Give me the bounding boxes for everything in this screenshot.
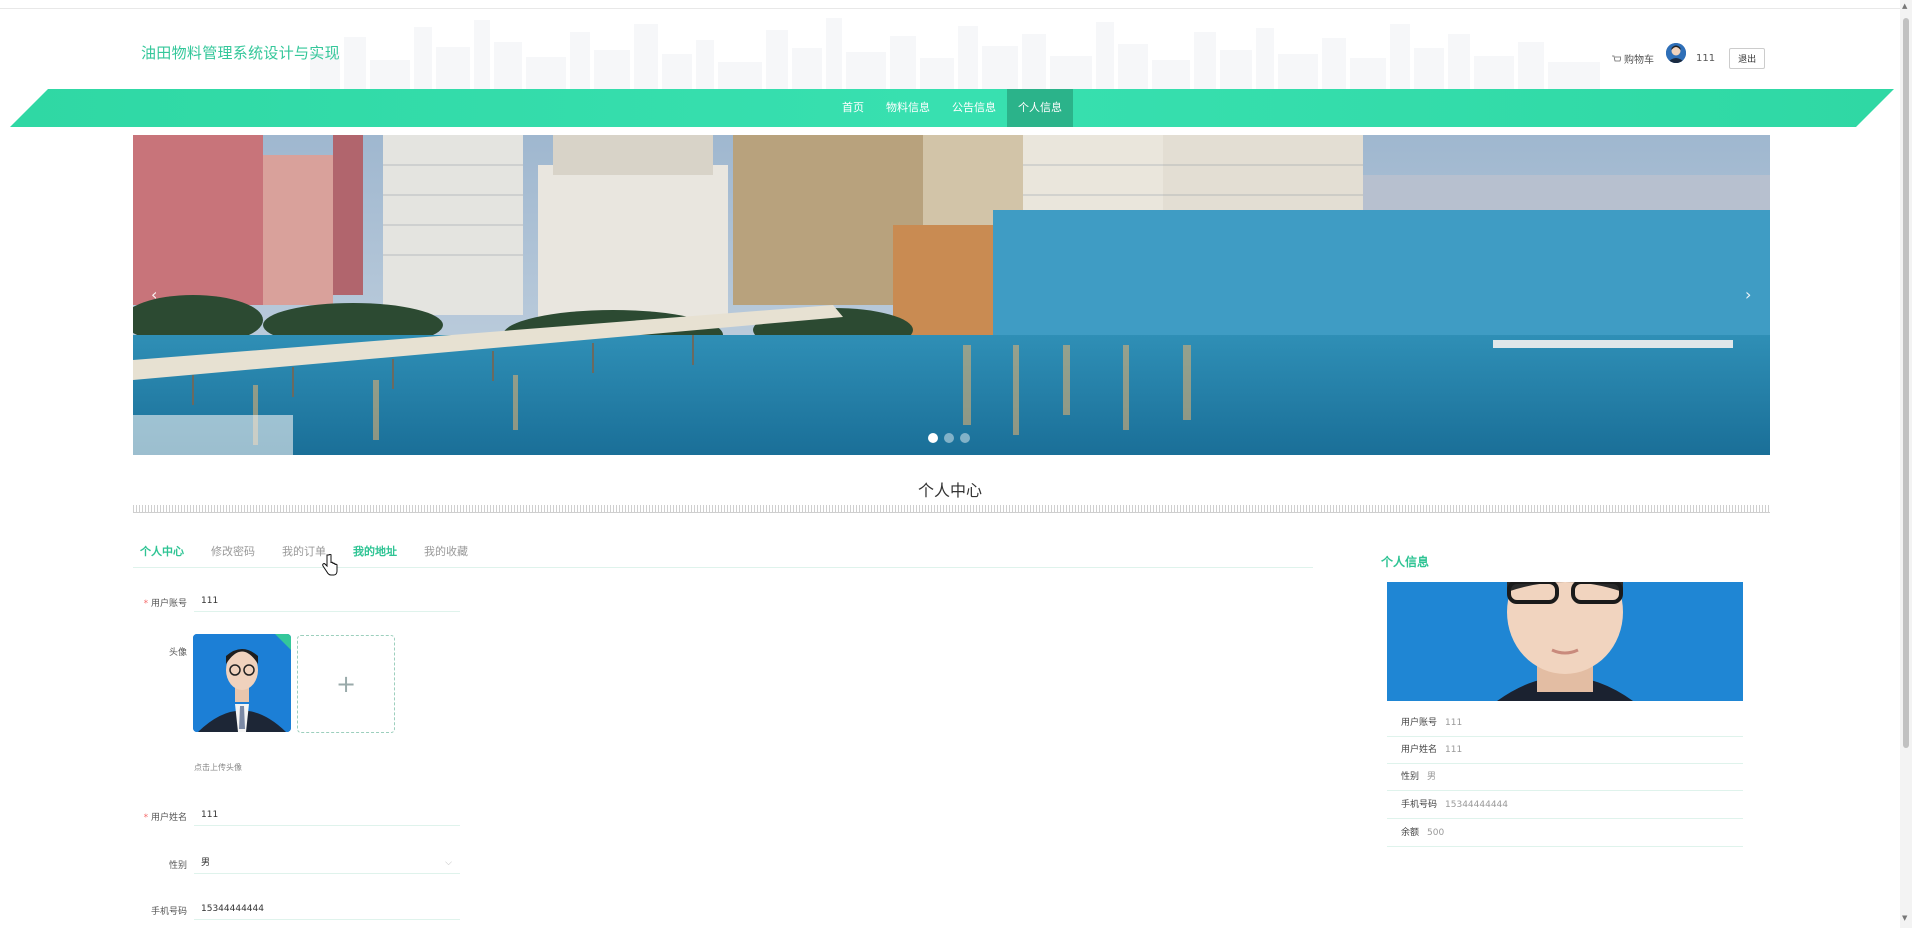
account-label: * 用户账号 <box>143 599 187 609</box>
tab-my-favorites[interactable]: 我的收藏 <box>424 543 468 567</box>
avatar-label: 头像 <box>168 648 187 658</box>
info-row-name: 用户姓名 111 <box>1387 737 1743 764</box>
name-field[interactable]: 111 <box>194 804 460 826</box>
profile-tabs: 个人中心 修改密码 我的订单 我的地址 我的收藏 <box>133 543 1313 568</box>
banner-image <box>133 135 1770 455</box>
header-user-area: 购物车 111 退出 <box>1612 42 1766 69</box>
hand-cursor-icon <box>322 554 338 576</box>
phone-label: 手机号码 <box>150 907 187 917</box>
tab-change-password[interactable]: 修改密码 <box>211 543 255 567</box>
banner-prev-arrow[interactable]: ‹ <box>151 285 157 304</box>
section-divider <box>133 505 1770 513</box>
tab-my-address[interactable]: 我的地址 <box>353 543 397 567</box>
site-header: 油田物料管理系统设计与实现 购物车 111 退出 <box>0 8 1900 90</box>
phone-field[interactable]: 15344444444 <box>194 898 460 920</box>
banner-dot-2[interactable] <box>944 433 954 443</box>
account-field[interactable]: 111 <box>194 590 460 612</box>
main-nav: 首页 物料信息 公告信息 个人信息 <box>10 89 1894 127</box>
site-title: 油田物料管理系统设计与实现 <box>141 44 340 62</box>
cart-label: 购物车 <box>1624 55 1654 66</box>
nav-item-profile[interactable]: 个人信息 <box>1007 89 1073 127</box>
scroll-up-icon[interactable]: ▲ <box>1902 2 1907 10</box>
banner-next-arrow[interactable]: › <box>1745 285 1751 304</box>
info-row-gender: 性别男 <box>1387 764 1743 791</box>
avatar-preview[interactable] <box>193 634 291 732</box>
nav-item-materials[interactable]: 物料信息 <box>875 89 941 127</box>
cart-icon <box>1612 55 1621 61</box>
banner-carousel[interactable]: ‹ › <box>133 135 1770 455</box>
upload-button[interactable]: + <box>297 635 395 733</box>
info-row-account: 用户账号 111 <box>1387 710 1743 737</box>
name-label: * 用户姓名 <box>143 813 187 823</box>
panel-avatar-photo <box>1387 582 1743 701</box>
upload-hint: 点击上传头像 <box>194 763 242 772</box>
gender-value: 男 <box>201 858 211 868</box>
tab-my-orders[interactable]: 我的订单 <box>282 543 326 567</box>
scroll-thumb[interactable] <box>1903 18 1909 748</box>
skyline-decoration <box>310 18 1600 90</box>
uploaded-check-badge <box>275 634 291 650</box>
plus-icon: + <box>335 670 357 698</box>
gender-select[interactable]: 男 ⌵ <box>194 852 460 874</box>
panel-title: 个人信息 <box>1381 555 1430 569</box>
gender-label: 性别 <box>168 861 187 871</box>
banner-dots <box>928 433 970 443</box>
section-title: 个人中心 <box>917 481 982 500</box>
header-username: 111 <box>1696 53 1716 64</box>
info-row-phone: 手机号码 15344444444 <box>1387 792 1743 819</box>
panel-avatar-image <box>1387 582 1743 701</box>
info-row-balance: 余额 500 <box>1387 820 1743 847</box>
banner-dot-3[interactable] <box>960 433 970 443</box>
avatar-image <box>1666 42 1686 63</box>
nav-item-home[interactable]: 首页 <box>831 89 875 127</box>
cart-link[interactable]: 购物车 <box>1612 51 1654 66</box>
page-scrollbar[interactable]: ▲ ▼ <box>1900 0 1912 928</box>
header-avatar[interactable] <box>1666 42 1686 63</box>
chevron-down-icon: ⌵ <box>445 858 452 868</box>
scroll-down-icon[interactable]: ▼ <box>1902 914 1907 922</box>
tab-personal-center[interactable]: 个人中心 <box>140 543 184 567</box>
banner-dot-1[interactable] <box>928 433 938 443</box>
nav-item-notices[interactable]: 公告信息 <box>941 89 1007 127</box>
logout-button[interactable]: 退出 <box>1729 48 1766 69</box>
